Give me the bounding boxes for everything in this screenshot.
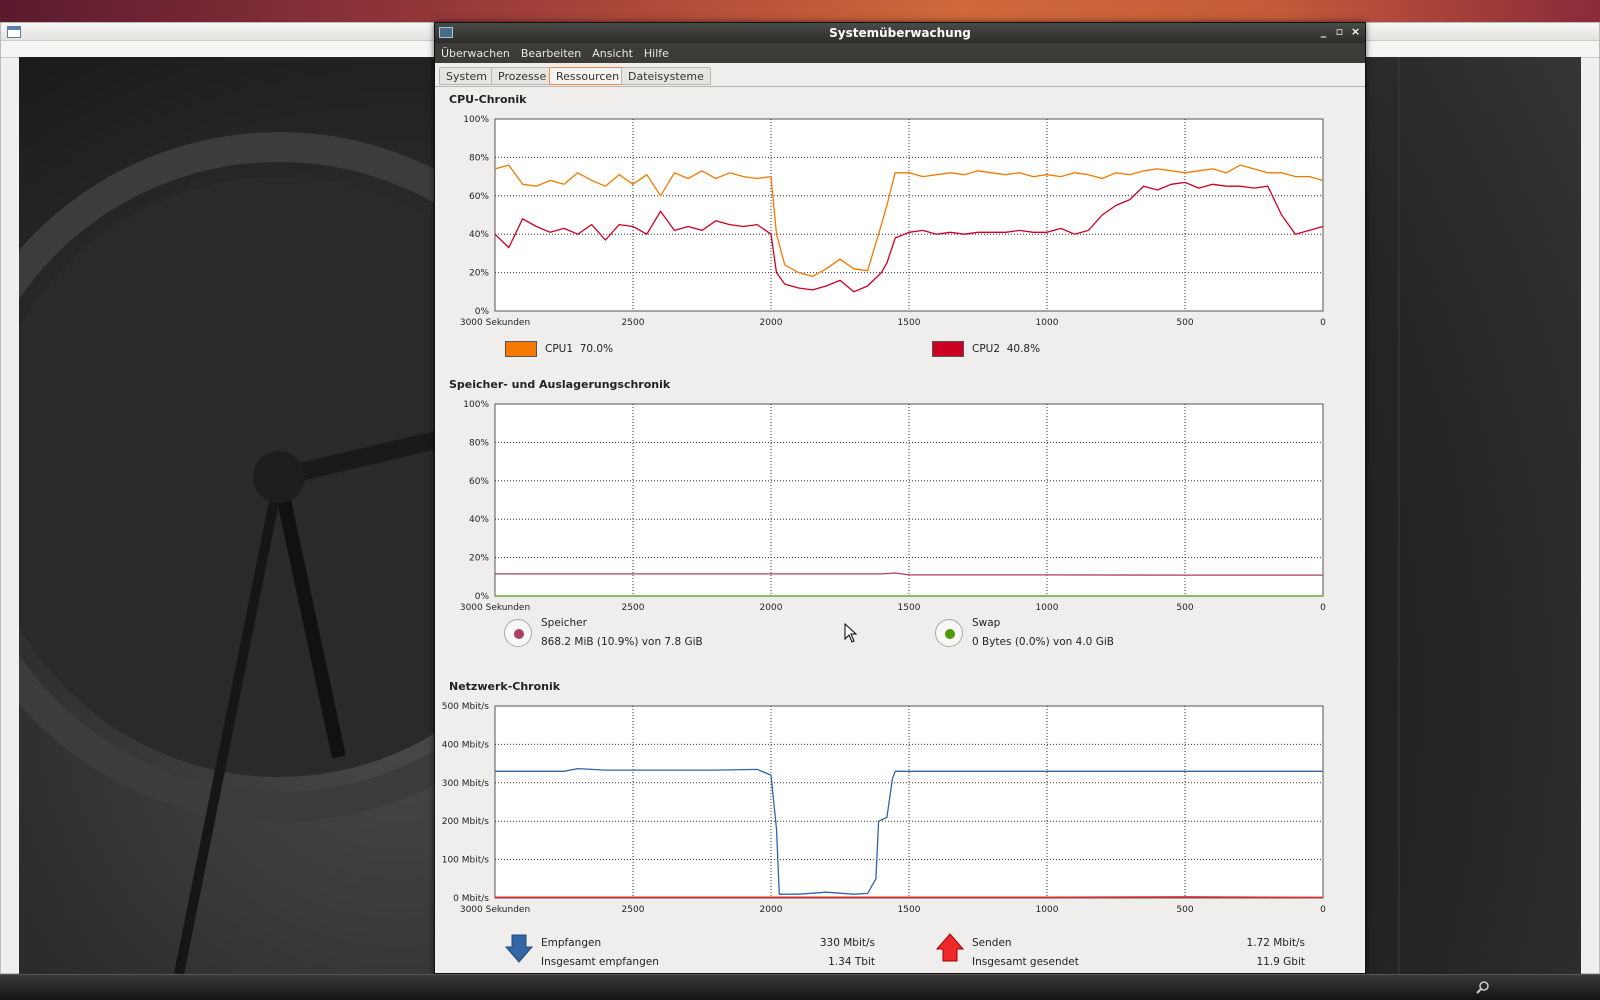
close-button[interactable]: × xyxy=(1350,25,1361,39)
sent-rate: 1.72 Mbit/s xyxy=(1246,937,1305,949)
network-y-tick-label: 400 Mbit/s xyxy=(442,740,490,750)
cpu-x-tick-label: 1500 xyxy=(898,318,921,328)
upload-arrow-icon[interactable] xyxy=(935,933,965,963)
window-title: Systemüberwachung xyxy=(829,26,971,40)
network-y-tick-label: 200 Mbit/s xyxy=(442,817,490,827)
memory-value: 868.2 MiB (10.9%) von 7.8 GiB xyxy=(541,636,703,648)
resources-panel: CPU-Chronik 100% 80% 60% 40% 20% 0% 3000 Sekun… xyxy=(435,87,1365,973)
memory-y-tick-label: 100% xyxy=(463,400,489,410)
network-series-senden xyxy=(495,896,1324,898)
memory-x-tick-label: 1500 xyxy=(898,603,921,613)
cpu-y-tick-label: 0% xyxy=(475,307,490,317)
memory-x-tick-label: 2000 xyxy=(760,603,783,613)
swap-value: 0 Bytes (0.0%) von 4.0 GiB xyxy=(972,636,1114,648)
cpu-y-tick-label: 80% xyxy=(469,153,489,163)
tab-system[interactable]: System xyxy=(439,67,495,85)
memory-label: Speicher xyxy=(541,617,587,629)
window-icon xyxy=(7,26,21,38)
cpu-x-tick-label: 1000 xyxy=(1036,318,1059,328)
menu-hilfe[interactable]: Hilfe xyxy=(644,47,669,60)
memory-x-tick-label: 3000 Sekunden xyxy=(460,603,530,613)
menu-ueberwachen[interactable]: Überwachen xyxy=(441,47,510,60)
swap-pie-icon[interactable] xyxy=(935,619,963,647)
cpu-y-tick-label: 100% xyxy=(463,115,489,125)
cpu-x-tick-label: 2000 xyxy=(760,318,783,328)
memory-x-tick-label: 0 xyxy=(1320,603,1326,613)
network-x-tick-label: 1000 xyxy=(1036,905,1059,915)
network-y-tick-label: 500 Mbit/s xyxy=(442,702,490,712)
cpu-x-tick-label: 2500 xyxy=(622,318,645,328)
download-arrow-icon[interactable] xyxy=(504,933,534,963)
swap-label: Swap xyxy=(972,617,1001,629)
titlebar[interactable]: Systemüberwachung _ ▫ × xyxy=(435,23,1365,43)
tab-ressourcen[interactable]: Ressourcen xyxy=(549,67,627,85)
cpu-x-tick-label: 500 xyxy=(1176,318,1193,328)
cpu-y-tick-label: 60% xyxy=(469,192,489,202)
network-x-tick-label: 500 xyxy=(1176,905,1193,915)
received-label: Empfangen xyxy=(541,937,602,949)
memory-y-tick-label: 20% xyxy=(469,554,489,564)
memory-x-tick-label: 1000 xyxy=(1036,603,1059,613)
network-chart: 500 Mbit/s 400 Mbit/s 300 Mbit/s 200 Mbit/s… xyxy=(442,698,1348,930)
network-y-tick-label: 0 Mbit/s xyxy=(453,894,489,904)
cpu1-color-swatch[interactable] xyxy=(505,341,537,357)
sent-label: Senden xyxy=(972,937,1012,949)
memory-y-tick-label: 80% xyxy=(469,438,489,448)
cpu1-legend-label: CPU1 70.0% xyxy=(545,343,614,355)
cpu-section-title: CPU-Chronik xyxy=(449,93,527,106)
network-x-tick-label: 3000 Sekunden xyxy=(460,905,530,915)
menubar: Überwachen Bearbeiten Ansicht Hilfe xyxy=(435,43,1365,63)
network-x-tick-label: 1500 xyxy=(898,905,921,915)
network-x-tick-label: 2500 xyxy=(622,905,645,915)
network-x-tick-label: 2000 xyxy=(760,905,783,915)
menu-bearbeiten[interactable]: Bearbeiten xyxy=(521,47,581,60)
swap-color-dot xyxy=(945,629,955,639)
sent-total-value: 11.9 Gbit xyxy=(1256,956,1305,968)
system-monitor-window: Systemüberwachung _ ▫ × Überwachen Bearb… xyxy=(434,22,1366,974)
network-section-title: Netzwerk-Chronik xyxy=(449,680,561,693)
magnifier-tray-icon[interactable] xyxy=(1476,980,1490,994)
cpu-y-tick-label: 40% xyxy=(469,230,489,240)
memory-y-tick-label: 0% xyxy=(475,592,490,602)
tab-bar: System Prozesse Ressourcen Dateisysteme xyxy=(435,63,1365,87)
tab-prozesse[interactable]: Prozesse xyxy=(491,67,554,85)
menu-ansicht[interactable]: Ansicht xyxy=(592,47,633,60)
memory-color-dot xyxy=(514,629,524,639)
memory-pie-icon[interactable] xyxy=(504,619,532,647)
cpu-x-tick-label: 0 xyxy=(1320,318,1326,328)
received-total-label: Insgesamt empfangen xyxy=(541,956,659,968)
received-rate: 330 Mbit/s xyxy=(819,937,875,949)
cpu-y-tick-label: 20% xyxy=(469,269,489,279)
memory-section-title: Speicher- und Auslagerungschronik xyxy=(449,378,671,391)
maximize-button[interactable]: ▫ xyxy=(1334,25,1345,39)
memory-y-tick-label: 40% xyxy=(469,515,489,525)
minimize-button[interactable]: _ xyxy=(1318,25,1329,39)
mouse-cursor-icon xyxy=(844,623,858,643)
taskbar xyxy=(0,974,1600,1000)
received-total-value: 1.34 Tbit xyxy=(828,956,875,968)
network-x-tick-label: 0 xyxy=(1320,905,1326,915)
cpu-x-tick-label: 3000 Sekunden xyxy=(460,318,530,328)
desktop-top-panel xyxy=(0,0,1600,22)
cpu2-color-swatch[interactable] xyxy=(932,341,964,357)
cpu-chart: 100% 80% 60% 40% 20% 0%3000 Sekunden 2500 2000 1… xyxy=(443,111,1348,343)
network-y-tick-label: 100 Mbit/s xyxy=(442,856,490,866)
memory-x-tick-label: 500 xyxy=(1176,603,1193,613)
memory-x-tick-label: 2500 xyxy=(622,603,645,613)
memory-chart: 100% 80% 60% 40% 20% 0%3000 Sekunden 2500 2000 1… xyxy=(443,396,1348,628)
network-y-tick-label: 300 Mbit/s xyxy=(442,779,490,789)
tab-dateisysteme[interactable]: Dateisysteme xyxy=(621,67,711,85)
cpu2-legend-label: CPU2 40.8% xyxy=(972,343,1041,355)
sent-total-label: Insgesamt gesendet xyxy=(972,956,1079,968)
memory-y-tick-label: 60% xyxy=(469,477,489,487)
